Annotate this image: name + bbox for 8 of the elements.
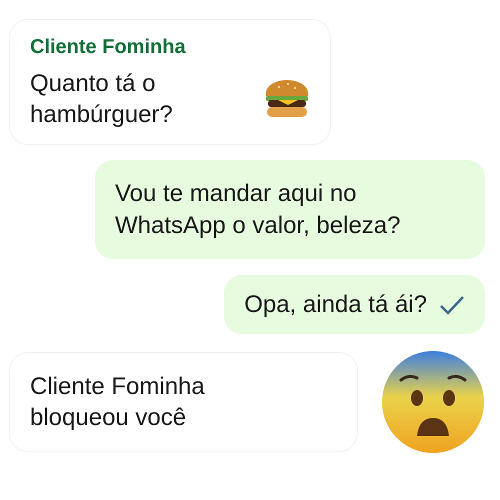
check-icon xyxy=(439,295,465,316)
message-text: Quanto tá o hambúrguer? xyxy=(30,69,174,130)
message-text: Opa, ainda tá ái? xyxy=(244,290,427,320)
sender-name: Cliente Fominha xyxy=(30,35,187,60)
message-text: Cliente Fominha bloqueou você xyxy=(30,372,206,433)
message-text: Vou te mandar aqui no WhatsApp o valor, beleza? xyxy=(115,179,402,241)
burger-icon xyxy=(264,79,310,120)
fearful-face-icon xyxy=(381,350,485,454)
